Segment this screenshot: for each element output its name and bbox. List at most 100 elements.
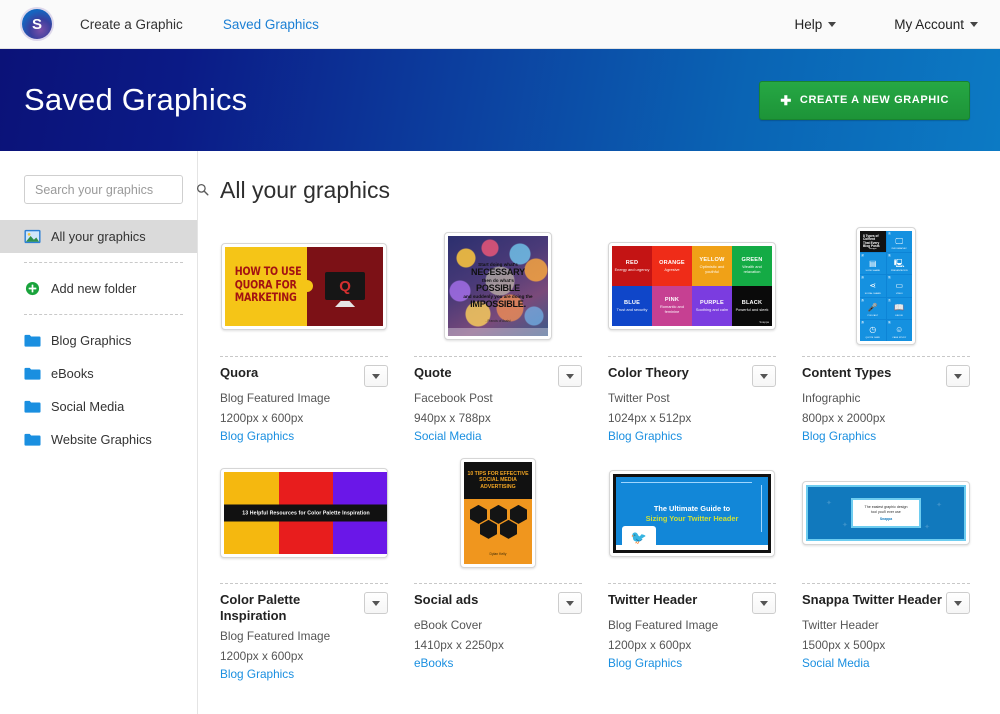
graphic-card[interactable]: Start doing what's NECESSARY then do wha…	[414, 226, 582, 453]
graphic-card[interactable]: The Ultimate Guide to Sizing Your Twitte…	[608, 453, 776, 691]
color-swatch: BLACK Powerful and sleek Snappa	[732, 286, 772, 326]
nav-link-saved-graphics[interactable]: Saved Graphics	[223, 17, 319, 32]
create-a-new-graphic-button[interactable]: ✚ CREATE A NEW GRAPHIC	[759, 80, 970, 120]
thumbnail-area[interactable]: ✦ ✦ ✦ ✦ The easiest graphic design tool …	[802, 453, 970, 573]
tile-number: 1	[887, 232, 891, 235]
tile-label: QUOTE CARD	[865, 337, 881, 339]
card-folder-link[interactable]: Blog Graphics	[608, 429, 776, 443]
graphic-card[interactable]: 8 Types of Content That Every Blog Posts…	[802, 226, 970, 453]
graphic-thumbnail-color-palette[interactable]: 13 Helpful Resources for Color Palette I…	[220, 468, 388, 559]
snappa-plate-line-1: The easiest graphic design	[864, 505, 908, 510]
chevron-down-icon	[566, 600, 574, 606]
graphic-thumbnail-color-theory[interactable]: RED Energy and urgency ORANGE Agresive YELLO…	[608, 242, 776, 330]
tile-label: PRESENTATION	[890, 270, 908, 273]
card-divider	[802, 356, 970, 357]
page-hero-banner: Saved Graphics ✚ CREATE A NEW GRAPHIC	[0, 49, 1000, 151]
card-folder-link[interactable]: Social Media	[802, 656, 970, 670]
video-icon: ▭	[895, 280, 904, 290]
card-header: Color Palette Inspiration	[220, 592, 388, 625]
thumb-footer-bar	[448, 328, 548, 336]
card-folder-link[interactable]: eBooks	[414, 656, 582, 670]
tile-number: 8	[861, 320, 865, 324]
card-folder-link[interactable]: Blog Graphics	[802, 429, 970, 443]
thumbnail-area[interactable]: RED Energy and urgency ORANGE Agresive YELLO…	[608, 226, 776, 346]
card-menu-button[interactable]	[752, 592, 776, 615]
card-menu-button[interactable]	[946, 592, 970, 615]
card-menu-button[interactable]	[364, 592, 388, 615]
card-menu-button[interactable]	[558, 592, 582, 615]
nav-link-create-a-graphic[interactable]: Create a Graphic	[80, 17, 183, 32]
color-swatch: YELLOW Optimistic and youthful	[692, 246, 732, 286]
search-input[interactable]	[35, 182, 196, 197]
thumbnail-area[interactable]: Start doing what's NECESSARY then do wha…	[414, 226, 582, 346]
ebook-author: Dylan Kelly	[489, 552, 507, 557]
quora-q-mark: Q	[339, 277, 351, 295]
graphic-thumbnail-twitter-header[interactable]: The Ultimate Guide to Sizing Your Twitte…	[609, 469, 775, 557]
card-folder-link[interactable]: Blog Graphics	[220, 429, 388, 443]
tile-number: 5	[887, 276, 891, 280]
sidebar-item-add-new-folder[interactable]: Add new folder	[0, 272, 197, 305]
card-type: Twitter Header	[802, 618, 879, 633]
graphic-card[interactable]: 10 TIPS FOR EFFECTIVE SOCIAL MEDIA ADVER…	[414, 453, 582, 691]
tile-label: SLIDE SHARE	[865, 270, 880, 273]
card-menu-button[interactable]	[752, 365, 776, 387]
folder-icon	[24, 334, 41, 347]
sidebar-folder-blog-graphics[interactable]: Blog Graphics	[0, 324, 197, 357]
graphic-thumbnail-snappa-twitter-header[interactable]: ✦ ✦ ✦ ✦ The easiest graphic design tool …	[802, 481, 970, 546]
thumbnail-area[interactable]: HOW TO USE QUORA FOR MARKETING Q	[220, 226, 388, 346]
thumbnail-area[interactable]: 10 TIPS FOR EFFECTIVE SOCIAL MEDIA ADVER…	[414, 453, 582, 573]
search-container	[0, 175, 209, 204]
snappa-logo-icon[interactable]: S	[22, 9, 52, 39]
card-folder-link[interactable]: Blog Graphics	[220, 667, 388, 681]
graphic-card[interactable]: ✦ ✦ ✦ ✦ The easiest graphic design tool …	[802, 453, 970, 691]
infographic-tile: 4 ⋖ SOCIAL SHARE	[860, 275, 886, 297]
nav-menu-my-account[interactable]: My Account	[894, 17, 978, 32]
sidebar-folder-list: Blog Graphics eBooks Social Media Websit…	[0, 324, 197, 456]
tile-number: 4	[861, 276, 865, 280]
graphic-thumbnail-content-types[interactable]: 8 Types of Content That Every Blog Posts…	[856, 227, 916, 345]
plus-icon: ✚	[780, 92, 792, 108]
card-title: Quora	[220, 365, 259, 380]
graphic-thumbnail-social-ads[interactable]: 10 TIPS FOR EFFECTIVE SOCIAL MEDIA ADVER…	[460, 458, 536, 569]
book-icon: 📖	[894, 303, 905, 313]
twitter-bird-icon: 🐦	[630, 530, 648, 546]
graphic-thumbnail-quote[interactable]: Start doing what's NECESSARY then do wha…	[444, 232, 552, 340]
sidebar-item-all-your-graphics[interactable]: All your graphics	[0, 220, 197, 253]
sidebar-folder-ebooks[interactable]: eBooks	[0, 357, 197, 390]
color-swatch-name: PURPLE	[700, 299, 724, 306]
graphic-card[interactable]: HOW TO USE QUORA FOR MARKETING Q Quora B…	[220, 226, 388, 453]
search-box[interactable]	[24, 175, 209, 204]
color-swatch-name: BLACK	[741, 299, 763, 306]
card-title: Quote	[414, 365, 452, 380]
card-menu-button[interactable]	[946, 365, 970, 387]
sidebar-folder-social-media[interactable]: Social Media	[0, 390, 197, 423]
thumbnail-area[interactable]: The Ultimate Guide to Sizing Your Twitte…	[608, 453, 776, 573]
color-swatch-desc: Agresive	[664, 266, 680, 272]
thumbnail-area[interactable]: 8 Types of Content That Every Blog Posts…	[802, 226, 970, 346]
card-header: Quora	[220, 365, 388, 387]
graphic-thumbnail-quora[interactable]: HOW TO USE QUORA FOR MARKETING Q	[221, 242, 387, 330]
chevron-down-icon	[372, 600, 380, 606]
color-swatch: BLUE Trust and security	[612, 286, 652, 326]
sidebar-folder-website-graphics[interactable]: Website Graphics	[0, 423, 197, 456]
card-type: Facebook Post	[414, 391, 493, 405]
graphics-grid: HOW TO USE QUORA FOR MARKETING Q Quora B…	[220, 226, 1000, 691]
card-menu-button[interactable]	[364, 365, 388, 387]
thumb-line-4: POSSIBLE	[476, 283, 520, 294]
graphic-card[interactable]: RED Energy and urgency ORANGE Agresive YELLO…	[608, 226, 776, 453]
nav-menu-help[interactable]: Help	[794, 17, 837, 32]
infographic-tile: 7 📖 EBOOK	[886, 297, 912, 319]
graphic-card[interactable]: 13 Helpful Resources for Color Palette I…	[220, 453, 388, 691]
card-folder-link[interactable]: Social Media	[414, 429, 582, 443]
color-swatch-desc: Soothing and calm	[695, 306, 729, 312]
card-folder-link[interactable]: Blog Graphics	[608, 656, 776, 670]
card-divider	[608, 356, 776, 357]
twh-canvas: The Ultimate Guide to Sizing Your Twitte…	[616, 476, 768, 550]
card-divider	[802, 583, 970, 585]
tile-number: 9	[887, 320, 891, 324]
tile-number: 6	[861, 298, 865, 302]
card-type: Blog Featured Image	[220, 628, 331, 643]
thumbnail-area[interactable]: 13 Helpful Resources for Color Palette I…	[220, 453, 388, 573]
card-menu-button[interactable]	[558, 365, 582, 387]
infographic-headline-tile: 8 Types of Content That Every Blog Posts…	[860, 231, 886, 253]
